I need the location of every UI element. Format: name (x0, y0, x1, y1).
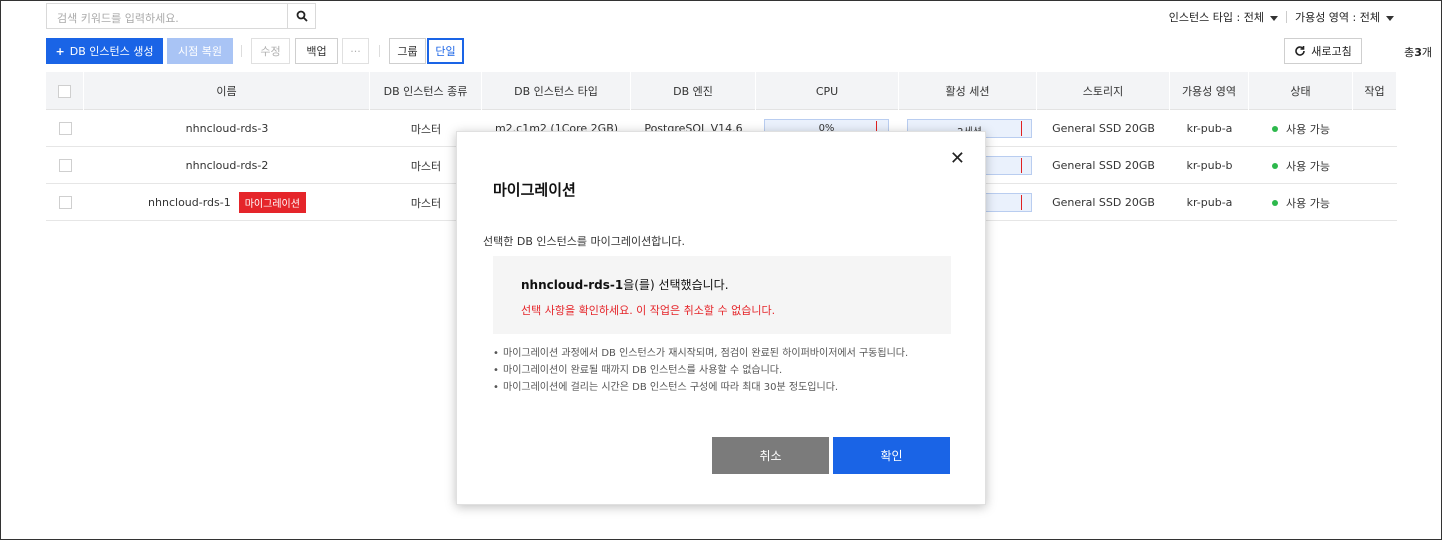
status-dot-icon (1272, 199, 1278, 206)
availability-zone-filter[interactable]: 가용성 영역 : 전체 (1295, 9, 1394, 25)
status-badge: 사용 가능 (1249, 147, 1353, 184)
search-placeholder: 검색 키워드를 입력하세요. (57, 12, 179, 25)
more-button[interactable]: ··· (342, 38, 369, 64)
header-type[interactable]: DB 인스턴스 타입 (482, 72, 631, 110)
search-icon (296, 10, 308, 22)
status-dot-icon (1272, 125, 1278, 132)
header-cpu[interactable]: CPU (756, 72, 899, 110)
search-button[interactable] (287, 4, 315, 28)
total-count: 총3개 (1404, 46, 1432, 59)
header-az[interactable]: 가용성 영역 (1170, 72, 1249, 110)
instance-name-cell: nhncloud-rds-1 마이그레이션 (84, 184, 370, 221)
instance-name: nhncloud-rds-1 (148, 196, 231, 209)
chevron-down-icon (1269, 15, 1278, 21)
instance-az: kr-pub-a (1186, 196, 1233, 209)
dialog-description: 선택한 DB 인스턴스를 마이그레이션합니다. (483, 235, 686, 248)
status-badge: 사용 가능 (1249, 184, 1353, 221)
header-sessions[interactable]: 활성 세션 (899, 72, 1037, 110)
close-icon[interactable]: ✕ (950, 150, 965, 168)
create-db-instance-button[interactable]: + DB 인스턴스 생성 (46, 38, 163, 64)
confirm-button[interactable]: 확인 (833, 437, 950, 474)
instance-type-filter[interactable]: 인스턴스 타입 : 전체 (1169, 9, 1278, 25)
instance-az: kr-pub-a (1186, 122, 1233, 135)
header-actions: 작업 (1353, 72, 1397, 110)
group-view-button[interactable]: 그룹 (389, 38, 426, 64)
row-checkbox[interactable] (58, 159, 72, 172)
row-checkbox[interactable] (58, 196, 72, 209)
table-header: 이름 DB 인스턴스 종류 DB 인스턴스 타입 DB 엔진 CPU 활성 세션… (46, 72, 1397, 110)
instance-storage: General SSD 20GB (1052, 159, 1155, 172)
header-name[interactable]: 이름 (84, 72, 370, 110)
refresh-button[interactable]: 새로고침 (1284, 38, 1362, 64)
instance-name: nhncloud-rds-3 (185, 122, 269, 135)
instance-az: kr-pub-b (1186, 159, 1233, 172)
status-badge: 사용 가능 (1249, 110, 1353, 147)
instance-storage: General SSD 20GB (1052, 196, 1155, 209)
header-storage[interactable]: 스토리지 (1037, 72, 1170, 110)
backup-button[interactable]: 백업 (295, 38, 338, 64)
instance-name: nhncloud-rds-2 (185, 159, 269, 172)
dialog-title: 마이그레이션 (493, 181, 576, 199)
header-engine[interactable]: DB 엔진 (631, 72, 756, 110)
status-dot-icon (1272, 162, 1278, 169)
plus-icon: + (55, 44, 65, 58)
point-in-time-restore-button[interactable]: 시점 복원 (167, 38, 233, 64)
migration-badge: 마이그레이션 (238, 192, 306, 213)
filter-bar: 인스턴스 타입 : 전체 가용성 영역 : 전체 (1169, 9, 1394, 25)
selected-instance-text: nhncloud-rds-1을(를) 선택했습니다. (521, 278, 729, 292)
notes-list: 마이그레이션 과정에서 DB 인스턴스가 재시작되며, 점검이 완료된 하이퍼바… (493, 345, 908, 396)
select-all-cell (46, 72, 84, 110)
list-item: 마이그레이션이 완료될 때까지 DB 인스턴스를 사용할 수 없습니다. (493, 362, 908, 379)
selection-summary: nhncloud-rds-1을(를) 선택했습니다. 선택 사항을 확인하세요.… (493, 256, 951, 334)
list-item: 마이그레이션에 걸리는 시간은 DB 인스턴스 구성에 따라 최대 30분 정도… (493, 379, 908, 396)
select-all-checkbox[interactable] (58, 84, 71, 98)
search-input[interactable]: 검색 키워드를 입력하세요. (46, 3, 316, 29)
migration-dialog: ✕ 마이그레이션 선택한 DB 인스턴스를 마이그레이션합니다. nhnclou… (456, 131, 986, 505)
warning-text: 선택 사항을 확인하세요. 이 작업은 취소할 수 없습니다. (521, 304, 776, 317)
header-kind[interactable]: DB 인스턴스 종류 (370, 72, 482, 110)
list-item: 마이그레이션 과정에서 DB 인스턴스가 재시작되며, 점검이 완료된 하이퍼바… (493, 345, 908, 362)
header-status[interactable]: 상태 (1249, 72, 1353, 110)
cancel-button[interactable]: 취소 (712, 437, 829, 474)
row-checkbox[interactable] (58, 122, 72, 135)
single-view-button[interactable]: 단일 (427, 38, 464, 64)
refresh-icon (1295, 46, 1306, 56)
instance-storage: General SSD 20GB (1052, 122, 1155, 135)
chevron-down-icon (1386, 15, 1394, 21)
modify-button[interactable]: 수정 (251, 38, 290, 64)
